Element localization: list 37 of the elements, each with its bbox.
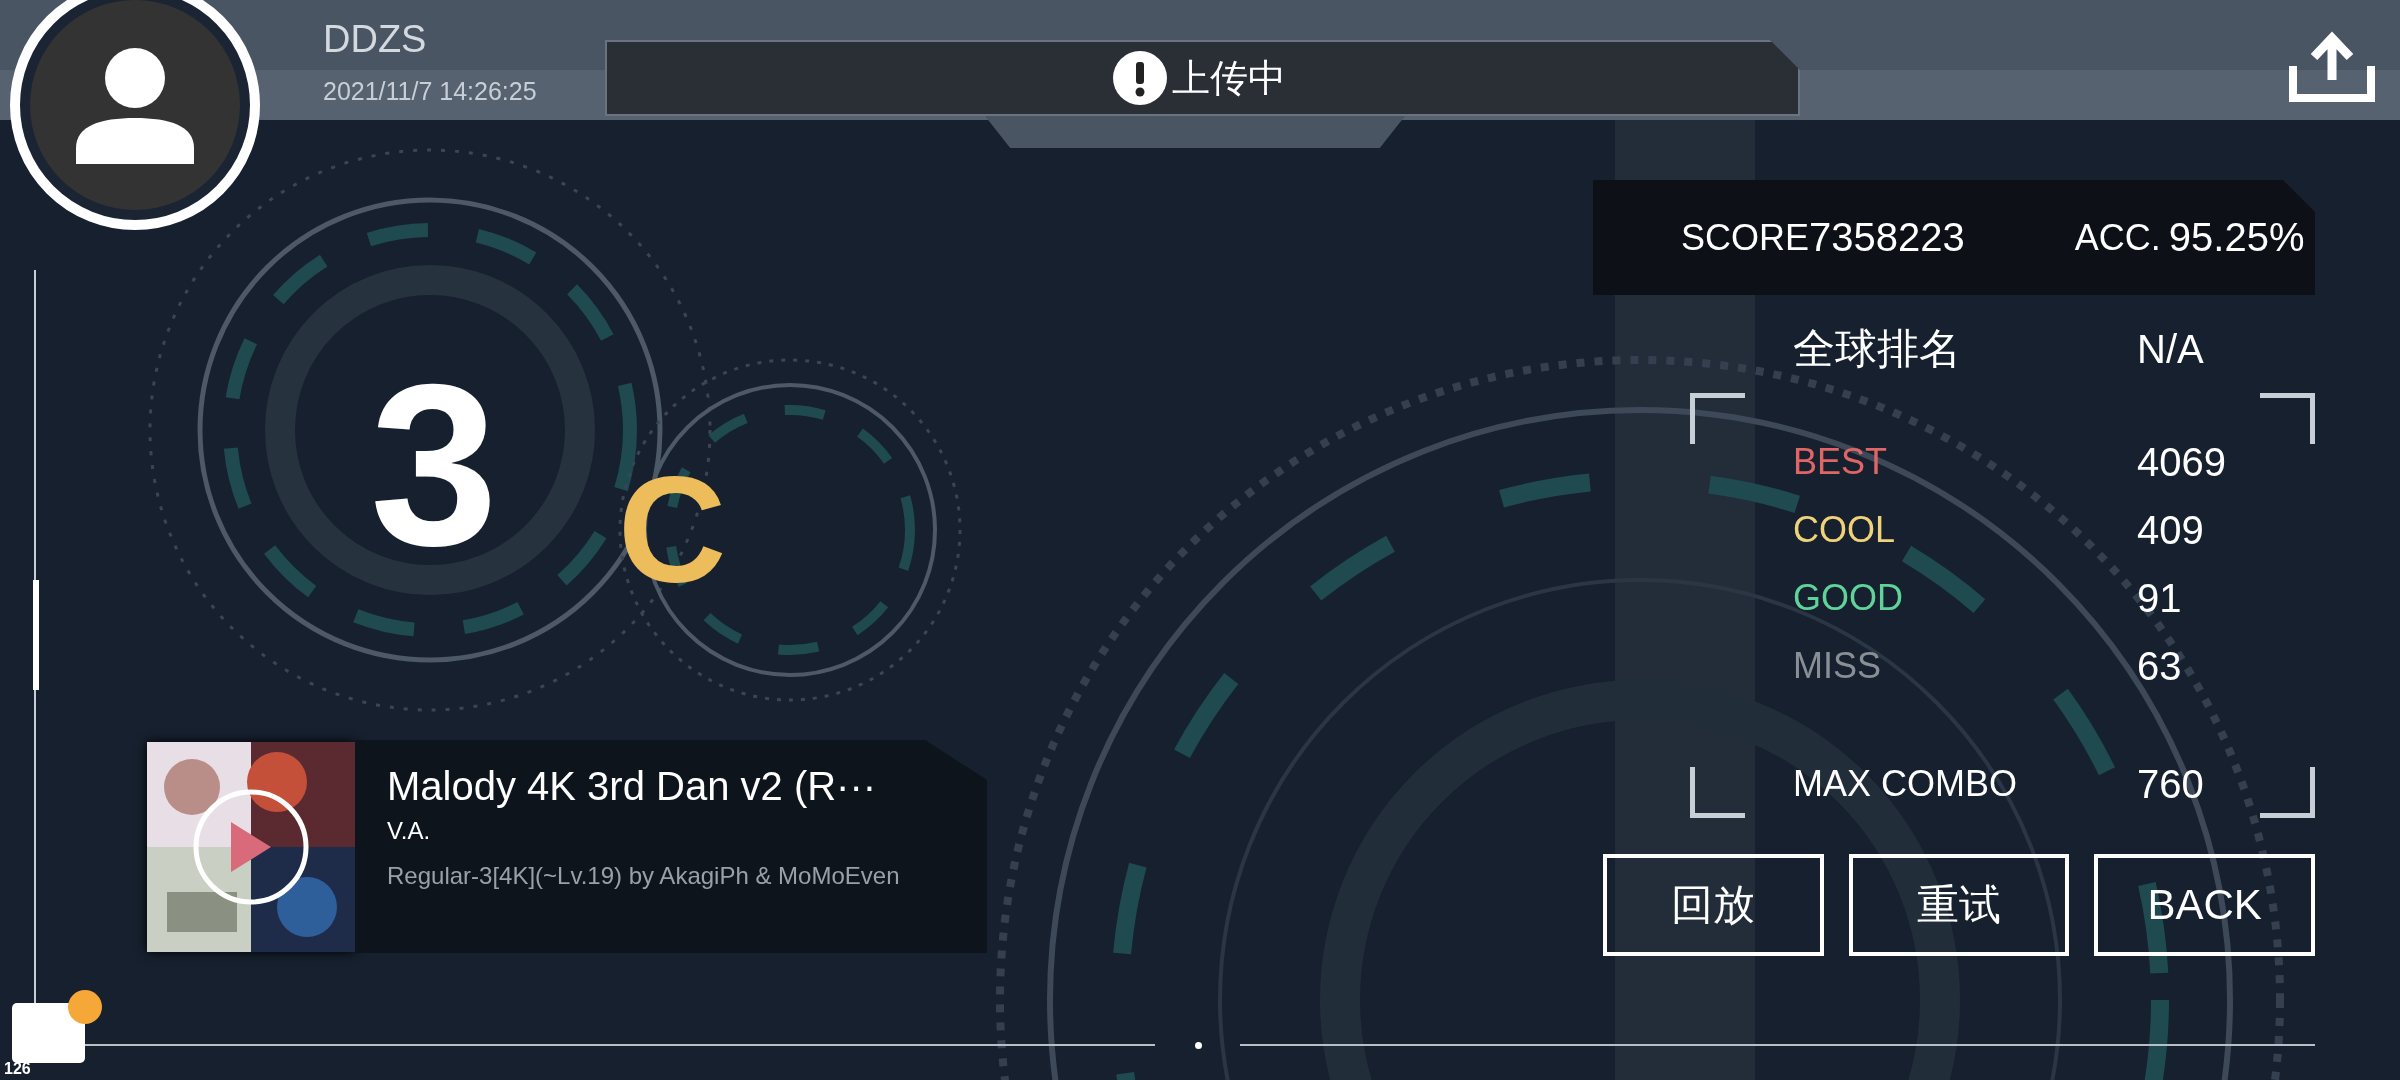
judgement-label: GOOD — [1793, 577, 1904, 619]
chart-info: Regular-3[4K](~Lv.19) by AkagiPh & MoMoEven — [387, 862, 901, 890]
score-label: SCORE — [1681, 216, 1810, 259]
corner-bracket — [1690, 393, 1745, 444]
rank-number: 3 — [370, 350, 498, 580]
global-rank-label: 全球排名 — [1793, 324, 1962, 374]
corner-bracket — [2260, 393, 2315, 444]
max-combo-label: MAX COMBO — [1793, 763, 2018, 805]
global-rank-value: N/A — [2137, 326, 2204, 372]
warning-icon — [1112, 50, 1168, 106]
accuracy-label: ACC. — [2074, 216, 2161, 259]
grade-letter: C — [617, 455, 727, 605]
corner-bracket — [1690, 767, 1745, 818]
corner-bracket — [2260, 767, 2315, 818]
person-icon — [30, 0, 240, 210]
action-button[interactable]: 回放 — [1603, 854, 1824, 956]
upload-status: 上传中 — [1172, 55, 1286, 101]
accuracy-value: 95.25% — [2168, 215, 2305, 260]
judgement-count: 4069 — [2137, 439, 2226, 485]
song-title: Malody 4K 3rd Dan v2 (R··· — [387, 763, 878, 810]
judgement-label: MISS — [1793, 645, 1882, 687]
action-button[interactable]: 重试 — [1848, 854, 2070, 956]
page-indicator — [1195, 1042, 1202, 1049]
player-name: DDZS — [323, 18, 428, 60]
judgement-label: BEST — [1793, 441, 1889, 483]
judgement-count: 409 — [2137, 507, 2204, 553]
max-combo-value: 760 — [2137, 761, 2204, 807]
song-artist: V.A. — [387, 816, 432, 846]
score-value: 7358223 — [1809, 215, 1965, 260]
judgement-count: 91 — [2137, 575, 2182, 621]
judgement-label: COOL — [1793, 509, 1897, 551]
judgement-count: 63 — [2137, 643, 2182, 689]
play-date: 2021/11/7 14:26:25 — [323, 76, 538, 106]
action-button[interactable]: BACK — [2094, 854, 2315, 956]
version-text: 126 — [4, 1060, 31, 1078]
upload-icon[interactable] — [2289, 30, 2375, 102]
notification-dot — [68, 990, 102, 1024]
